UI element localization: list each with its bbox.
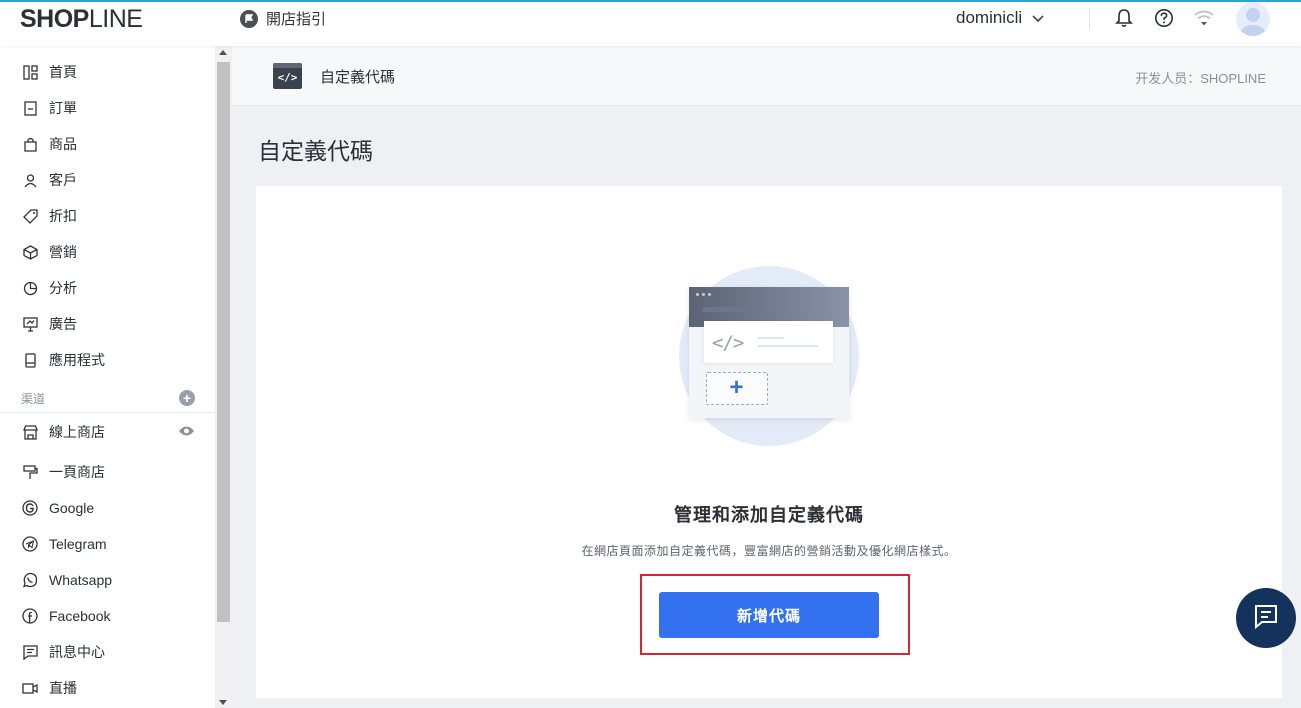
empty-state-card: </> + 管理和添加自定義代碼 在網店頁面添加自定義代碼，豐富網店的營銷活動及… bbox=[256, 186, 1282, 698]
person-icon bbox=[22, 172, 38, 188]
help-icon[interactable] bbox=[1153, 7, 1175, 29]
add-channel-icon[interactable]: + bbox=[179, 390, 195, 406]
sidebar-divider bbox=[0, 412, 215, 413]
wifi-icon[interactable] bbox=[1193, 7, 1215, 29]
tag-icon bbox=[22, 208, 38, 224]
sidebar-item-label: 商品 bbox=[49, 136, 77, 152]
add-placeholder-illustration: + bbox=[706, 372, 768, 405]
bag-icon bbox=[22, 136, 38, 152]
empty-state-description: 在網店頁面添加自定義代碼，豐富網店的營銷活動及優化網店樣式。 bbox=[581, 544, 957, 558]
code-glyph-icon: </> bbox=[712, 332, 744, 354]
sidebar-item-products[interactable]: 商品 bbox=[22, 133, 77, 155]
sidebar-item-ads[interactable]: 廣告 bbox=[22, 313, 77, 335]
sidebar-item-google[interactable]: Google bbox=[22, 497, 94, 519]
google-icon bbox=[22, 500, 38, 516]
sidebar-item-telegram[interactable]: Telegram bbox=[22, 533, 107, 555]
empty-state-title: 管理和添加自定義代碼 bbox=[674, 505, 864, 525]
home-icon bbox=[22, 64, 38, 80]
sidebar-item-facebook[interactable]: Facebook bbox=[22, 605, 110, 627]
code-snippet-illustration: </> bbox=[704, 321, 833, 363]
video-icon bbox=[22, 680, 38, 696]
add-code-button[interactable]: 新增代碼 bbox=[659, 592, 879, 638]
facebook-icon bbox=[22, 608, 38, 624]
sidebar-item-marketing[interactable]: 營銷 bbox=[22, 241, 77, 263]
page-header-bar: </> 自定義代碼 开发人员：SHOPLINE bbox=[232, 46, 1301, 106]
developer-label: 开发人员：SHOPLINE bbox=[1135, 71, 1266, 86]
sidebar-item-analytics[interactable]: 分析 bbox=[22, 277, 77, 299]
sidebar-item-label: 應用程式 bbox=[49, 352, 105, 368]
paint-roller-icon bbox=[22, 464, 38, 480]
code-icon-glyph: </> bbox=[277, 71, 298, 84]
logo-text-thin: LINE bbox=[88, 5, 143, 33]
sidebar-item-label: Facebook bbox=[49, 608, 111, 624]
sidebar-item-home[interactable]: 首頁 bbox=[22, 61, 77, 83]
sidebar-item-one-page-store[interactable]: 一頁商店 bbox=[22, 461, 105, 483]
cube-icon bbox=[22, 244, 38, 260]
logo-text-bold: SHOP bbox=[20, 5, 89, 33]
scroll-down-icon[interactable] bbox=[219, 700, 227, 705]
sidebar-item-orders[interactable]: 訂單 bbox=[22, 97, 77, 119]
sidebar-item-label: 廣告 bbox=[49, 316, 77, 332]
whatsapp-icon bbox=[22, 572, 38, 588]
flag-icon bbox=[240, 9, 258, 28]
telegram-icon bbox=[22, 536, 38, 552]
sidebar-item-label: 分析 bbox=[49, 280, 77, 296]
sidebar: 首頁 訂單 商品 客戶 折扣 營銷 分析 廣告 應用程式 渠道 + 線上商店 一… bbox=[0, 46, 215, 708]
chat-icon bbox=[1253, 603, 1279, 634]
app-title: 自定義代碼 bbox=[320, 69, 396, 86]
pie-icon bbox=[22, 280, 38, 296]
sidebar-item-label: 線上商店 bbox=[49, 424, 105, 440]
sidebar-item-customers[interactable]: 客戶 bbox=[22, 169, 77, 191]
account-dropdown[interactable]: dominicli bbox=[956, 8, 1044, 28]
sidebar-item-apps[interactable]: 應用程式 bbox=[22, 349, 105, 371]
sidebar-item-whatsapp[interactable]: Whatsapp bbox=[22, 569, 112, 591]
scroll-up-icon[interactable] bbox=[219, 50, 227, 55]
sidebar-item-label: 首頁 bbox=[49, 64, 77, 80]
sidebar-item-message-center[interactable]: 訊息中心 bbox=[22, 641, 105, 663]
sidebar-item-label: 訊息中心 bbox=[49, 644, 105, 660]
store-icon bbox=[22, 424, 38, 440]
order-icon bbox=[22, 100, 38, 116]
page-title: 自定義代碼 bbox=[258, 138, 373, 164]
top-bar: SHOPLINE 開店指引 dominicli bbox=[0, 0, 1301, 46]
topbar-divider bbox=[1089, 8, 1090, 30]
chat-button[interactable] bbox=[1236, 588, 1296, 648]
sidebar-item-label: Whatsapp bbox=[49, 572, 113, 588]
username: dominicli bbox=[956, 8, 1023, 27]
sidebar-item-label: 折扣 bbox=[49, 208, 77, 224]
sidebar-item-online-store[interactable]: 線上商店 bbox=[22, 421, 105, 443]
sidebar-item-label: Telegram bbox=[49, 536, 107, 552]
sidebar-item-label: 直播 bbox=[49, 680, 77, 696]
code-icon: </> bbox=[273, 63, 302, 89]
channels-label: 渠道 bbox=[21, 392, 46, 406]
scrollbar-thumb[interactable] bbox=[217, 62, 230, 622]
store-guide-link[interactable]: 開店指引 bbox=[240, 8, 326, 29]
chevron-down-icon bbox=[1032, 8, 1044, 28]
sidebar-item-label: 客戶 bbox=[49, 172, 77, 188]
sidebar-item-label: 一頁商店 bbox=[49, 464, 105, 480]
sidebar-item-label: 營銷 bbox=[49, 244, 77, 260]
app-icon bbox=[22, 352, 38, 368]
sidebar-item-label: Google bbox=[49, 500, 95, 516]
sidebar-scrollbar[interactable] bbox=[215, 46, 232, 708]
shopline-logo[interactable]: SHOPLINE bbox=[20, 5, 143, 34]
code-window-illustration: </> + bbox=[689, 287, 849, 418]
sidebar-item-live[interactable]: 直播 bbox=[22, 677, 77, 699]
sidebar-item-label: 訂單 bbox=[49, 100, 77, 116]
avatar[interactable] bbox=[1236, 2, 1270, 36]
main-content: </> 自定義代碼 开发人员：SHOPLINE 自定義代碼 </> + 管理和添… bbox=[232, 46, 1301, 708]
sidebar-item-discounts[interactable]: 折扣 bbox=[22, 205, 77, 227]
plus-icon: + bbox=[729, 374, 744, 401]
monitor-icon bbox=[22, 316, 38, 332]
guide-label: 開店指引 bbox=[266, 11, 327, 28]
bell-icon[interactable] bbox=[1113, 7, 1135, 29]
message-icon bbox=[22, 644, 38, 660]
eye-icon[interactable] bbox=[178, 424, 195, 442]
